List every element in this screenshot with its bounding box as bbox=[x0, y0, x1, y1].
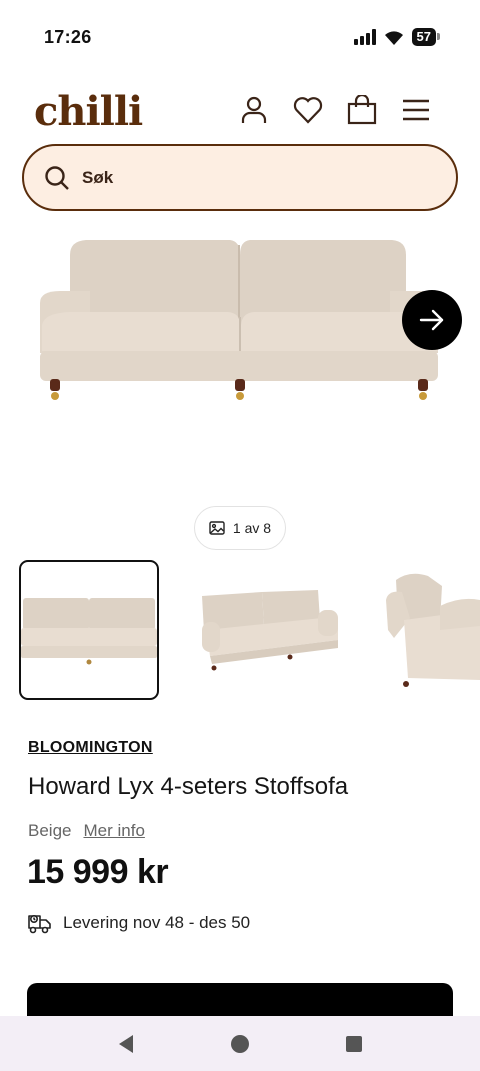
product-brand-link[interactable]: BLOOMINGTON bbox=[28, 739, 153, 757]
system-nav-bar bbox=[0, 1016, 480, 1071]
product-main-image[interactable] bbox=[0, 225, 480, 495]
header-icons bbox=[238, 94, 432, 126]
battery-indicator: 57 bbox=[411, 28, 441, 46]
recents-icon[interactable] bbox=[342, 1032, 366, 1056]
heart-icon[interactable] bbox=[292, 94, 324, 126]
delivery-text: Levering nov 48 - des 50 bbox=[63, 913, 251, 932]
search-icon bbox=[45, 165, 69, 190]
arrow-right-icon bbox=[419, 309, 444, 331]
thumbnail-2[interactable] bbox=[198, 560, 340, 700]
delivery-info: Levering nov 48 - des 50 bbox=[27, 911, 250, 935]
chilli-logo[interactable]: chilli bbox=[34, 88, 143, 136]
signal-icon bbox=[353, 29, 376, 45]
bag-icon[interactable] bbox=[346, 94, 378, 126]
wifi-icon bbox=[384, 30, 403, 45]
user-icon[interactable] bbox=[238, 94, 270, 126]
thumbnail-strip bbox=[0, 560, 480, 700]
status-bar: 17:26 57 bbox=[0, 0, 480, 70]
sofa-image bbox=[40, 240, 438, 400]
search-placeholder: Søk bbox=[82, 167, 114, 187]
image-icon bbox=[209, 521, 225, 535]
more-info-link[interactable]: Mer info bbox=[83, 821, 144, 841]
home-icon[interactable] bbox=[228, 1032, 252, 1056]
thumbnail-3[interactable] bbox=[380, 560, 480, 700]
image-counter-label: 1 av 8 bbox=[232, 520, 272, 536]
product-variant: Beige Mer info bbox=[28, 821, 145, 841]
image-counter: 1 av 8 bbox=[194, 506, 286, 550]
menu-icon[interactable] bbox=[400, 94, 432, 126]
thumbnail-1[interactable] bbox=[19, 560, 159, 700]
back-icon[interactable] bbox=[114, 1032, 138, 1056]
site-header: chilli bbox=[0, 84, 480, 140]
next-image-button[interactable] bbox=[402, 290, 462, 350]
status-time: 17:26 bbox=[44, 27, 92, 47]
status-icons: 57 bbox=[353, 28, 441, 46]
product-price: 15 999 kr bbox=[27, 853, 169, 891]
product-color: Beige bbox=[28, 821, 72, 840]
search-input[interactable]: Søk bbox=[22, 144, 458, 211]
product-title: Howard Lyx 4-seters Stoffsofa bbox=[28, 773, 349, 800]
delivery-truck-icon bbox=[28, 915, 51, 934]
